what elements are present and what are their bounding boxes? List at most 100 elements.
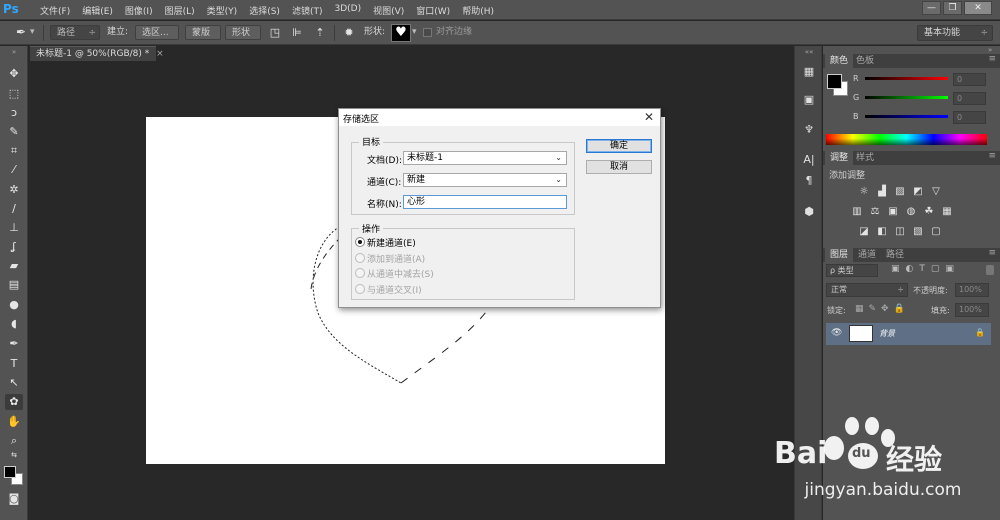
eyedropper-tool-icon[interactable]: ⁄	[5, 162, 23, 178]
menu-filter[interactable]: 滤镜(T)	[286, 4, 329, 17]
type-tool-icon[interactable]: T	[5, 356, 23, 372]
opacity-input[interactable]: 100%	[955, 283, 989, 297]
menu-image[interactable]: 图像(I)	[119, 4, 159, 17]
menu-edit[interactable]: 编辑(E)	[76, 4, 119, 17]
path-mode-select[interactable]: 路径 ÷	[50, 25, 100, 40]
green-value[interactable]: 0	[953, 92, 986, 105]
restore-button[interactable]: ❐	[943, 1, 962, 15]
workspace-select[interactable]: 基本功能 ÷	[917, 25, 993, 41]
lock-icons[interactable]: ▦✎✥🔒	[855, 304, 910, 314]
lasso-tool-icon[interactable]: ↄ	[5, 105, 23, 121]
hue-saturation-icon[interactable]: ▥	[850, 206, 864, 217]
gear-icon[interactable]: ✹	[342, 25, 356, 40]
make-shape-button[interactable]: 形状	[225, 25, 261, 40]
exposure-icon[interactable]: ◩	[911, 186, 925, 197]
marquee-tool-icon[interactable]: ⬚	[5, 86, 23, 102]
tab-styles[interactable]: 样式	[851, 151, 879, 165]
cancel-button[interactable]: 取消	[586, 160, 652, 174]
red-value[interactable]: 0	[953, 73, 986, 86]
path-arrangement-icon[interactable]: ⇡	[313, 25, 327, 40]
eraser-tool-icon[interactable]: ▰	[5, 258, 23, 274]
quick-mask-icon[interactable]: ◙	[5, 491, 23, 507]
channel-mixer-icon[interactable]: ☘	[922, 206, 936, 217]
pen-tool-icon[interactable]: ✒	[5, 336, 23, 352]
gradient-tool-icon[interactable]: ▤	[5, 277, 23, 293]
panel-menu-icon[interactable]: ≡	[988, 248, 996, 258]
filter-toggle-switch[interactable]	[986, 265, 994, 275]
menu-select[interactable]: 选择(S)	[243, 4, 286, 17]
clone-stamp-tool-icon[interactable]: ⊥	[5, 220, 23, 236]
heart-shape-icon[interactable]: ♥	[391, 24, 411, 42]
radio-intersect-channel[interactable]	[355, 284, 365, 294]
radio-subtract-from-channel[interactable]	[355, 268, 365, 278]
vibrance-icon[interactable]: ▽	[929, 186, 943, 197]
color-lookup-icon[interactable]: ▦	[940, 206, 954, 217]
brightness-contrast-icon[interactable]: ☼	[857, 186, 871, 197]
tab-adjustments[interactable]: 调整	[825, 151, 854, 165]
tool-preset-arrow[interactable]: ▾	[30, 25, 35, 40]
path-alignment-icon[interactable]: ⊫	[290, 25, 304, 40]
swap-colors-icon[interactable]: ⇆	[5, 451, 23, 459]
history-brush-tool-icon[interactable]: ʆ	[5, 239, 23, 255]
pen-tool-icon[interactable]: ✒	[14, 25, 28, 40]
channel-select[interactable]: 新建 ⌄	[403, 173, 567, 187]
healing-brush-tool-icon[interactable]: ✲	[5, 182, 23, 198]
align-edges-checkbox[interactable]	[423, 28, 432, 37]
move-tool-icon[interactable]: ✥	[5, 66, 23, 82]
layer-filter-select[interactable]: ρ 类型	[826, 264, 878, 277]
menu-3d[interactable]: 3D(D)	[328, 4, 367, 17]
document-select[interactable]: 未标题-1 ⌄	[403, 151, 567, 165]
color-balance-icon[interactable]: ⚖	[868, 206, 882, 217]
black-white-icon[interactable]: ▣	[886, 206, 900, 217]
document-tab[interactable]: 未标题-1 @ 50%(RGB/8) * ×	[30, 46, 164, 61]
collapse-dock-icon[interactable]: ««	[801, 48, 817, 56]
selective-color-icon[interactable]: ▢	[929, 226, 943, 237]
collapse-panels-icon[interactable]: »	[988, 46, 992, 54]
brush-panel-icon[interactable]: ♆	[801, 122, 817, 138]
menu-type[interactable]: 类型(Y)	[201, 4, 244, 17]
paragraph-panel-icon[interactable]: ¶	[801, 173, 817, 189]
gradient-map-icon[interactable]: ▧	[911, 226, 925, 237]
make-mask-button[interactable]: 蒙版	[185, 25, 221, 40]
close-window-button[interactable]: ✕	[964, 1, 992, 15]
menu-help[interactable]: 帮助(H)	[456, 4, 500, 17]
history-panel-icon[interactable]: ▦	[801, 64, 817, 80]
posterize-icon[interactable]: ◧	[875, 226, 889, 237]
menu-view[interactable]: 视图(V)	[367, 4, 410, 17]
tab-color[interactable]: 颜色	[825, 54, 854, 68]
custom-shape-tool-icon[interactable]: ✿	[5, 394, 23, 410]
menu-layer[interactable]: 图层(L)	[159, 4, 201, 17]
channel-name-input[interactable]: 心形	[403, 195, 567, 209]
dodge-tool-icon[interactable]: ◖	[5, 316, 23, 332]
path-selection-tool-icon[interactable]: ↖	[5, 375, 23, 391]
panel-menu-icon[interactable]: ≡	[988, 151, 996, 161]
3d-panel-icon[interactable]: ⬢	[801, 204, 817, 220]
tab-swatches[interactable]: 色板	[851, 54, 879, 68]
blue-value[interactable]: 0	[953, 111, 986, 124]
layer-row-background[interactable]: 👁 背景 🔒	[826, 323, 991, 345]
green-track[interactable]	[865, 96, 948, 99]
blend-mode-select[interactable]: 正常 ÷	[826, 283, 908, 297]
path-operations-icon[interactable]: ◳	[268, 25, 282, 40]
quick-selection-tool-icon[interactable]: ✎	[5, 124, 23, 140]
zoom-tool-icon[interactable]: ⌕	[5, 433, 23, 449]
foreground-color-swatch-front[interactable]	[827, 74, 842, 89]
character-panel-icon[interactable]: A|	[801, 152, 817, 168]
ok-button[interactable]: 确定	[586, 139, 652, 153]
collapse-toolbar-icon[interactable]: »	[5, 48, 23, 56]
dialog-close-button[interactable]: ✕	[644, 110, 654, 124]
color-spectrum-ramp[interactable]	[826, 134, 987, 145]
layer-filter-icons[interactable]: ▣◐T▢▣	[891, 264, 960, 274]
eye-icon[interactable]: 👁	[831, 328, 842, 338]
panel-menu-icon[interactable]: ≡	[988, 54, 996, 64]
tab-layers[interactable]: 图层	[825, 248, 854, 262]
blue-track[interactable]	[865, 115, 948, 118]
properties-panel-icon[interactable]: ▣	[801, 92, 817, 108]
make-selection-button[interactable]: 选区...	[135, 25, 179, 40]
fill-input[interactable]: 100%	[955, 303, 989, 317]
levels-icon[interactable]: ▟	[875, 186, 889, 197]
close-tab-icon[interactable]: ×	[156, 49, 164, 59]
shape-picker-arrow[interactable]: ▾	[412, 25, 417, 40]
tab-paths[interactable]: 路径	[881, 248, 909, 262]
radio-add-to-channel[interactable]	[355, 253, 365, 263]
